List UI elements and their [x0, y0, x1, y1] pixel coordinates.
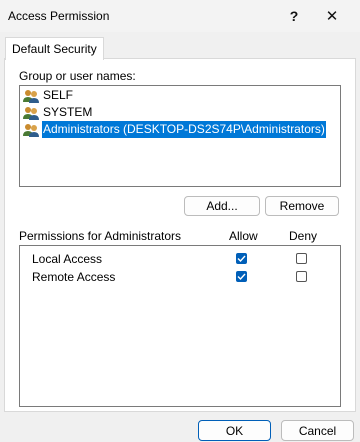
list-item-administrators[interactable]: Administrators (DESKTOP-DS2S74P\Administ…: [23, 121, 326, 138]
checkmark-icon: [237, 273, 246, 281]
deny-column-header: Deny: [289, 229, 318, 243]
permission-label: Remote Access: [32, 270, 116, 284]
close-button[interactable]: ✕: [310, 0, 354, 32]
user-group-icon: [23, 89, 39, 103]
remove-button[interactable]: Remove: [265, 196, 339, 216]
allow-checkbox[interactable]: [236, 271, 247, 282]
title-bar: Access Permission ? ✕: [0, 0, 360, 32]
checkmark-icon: [237, 255, 246, 263]
group-user-list[interactable]: SELF SYSTEM Administrators (DESKTOP-DS2S…: [19, 85, 341, 187]
permission-label: Local Access: [32, 252, 103, 266]
permissions-list: Local Access Remote Access: [19, 245, 341, 407]
help-icon: ?: [289, 8, 299, 24]
tab-panel: Group or user names: SELF SYSTEM Adminis…: [4, 58, 356, 412]
ok-button[interactable]: OK: [198, 420, 271, 441]
permissions-title: Permissions for Administrators: [19, 229, 182, 243]
allow-column-header: Allow: [229, 229, 258, 243]
list-item-system[interactable]: SYSTEM: [23, 104, 93, 121]
group-names-label: Group or user names:: [19, 69, 136, 83]
deny-checkbox[interactable]: [296, 271, 307, 282]
add-button[interactable]: Add...: [184, 196, 260, 216]
window-title: Access Permission: [8, 9, 110, 23]
permission-row-remote-access: Remote Access: [20, 268, 340, 286]
close-icon: ✕: [325, 8, 339, 25]
list-item-label: Administrators (DESKTOP-DS2S74P\Administ…: [42, 121, 326, 138]
tab-default-security[interactable]: Default Security: [5, 37, 104, 60]
list-item-label: SELF: [43, 88, 74, 102]
list-item-self[interactable]: SELF: [23, 87, 74, 104]
allow-checkbox[interactable]: [236, 253, 247, 264]
user-group-icon: [23, 106, 39, 120]
deny-checkbox[interactable]: [296, 253, 307, 264]
permissions-header: Permissions for Administrators Allow Den…: [19, 229, 339, 243]
permission-row-local-access: Local Access: [20, 250, 340, 268]
cancel-button[interactable]: Cancel: [281, 420, 354, 441]
list-item-label: SYSTEM: [43, 105, 93, 119]
user-group-icon: [23, 123, 39, 137]
